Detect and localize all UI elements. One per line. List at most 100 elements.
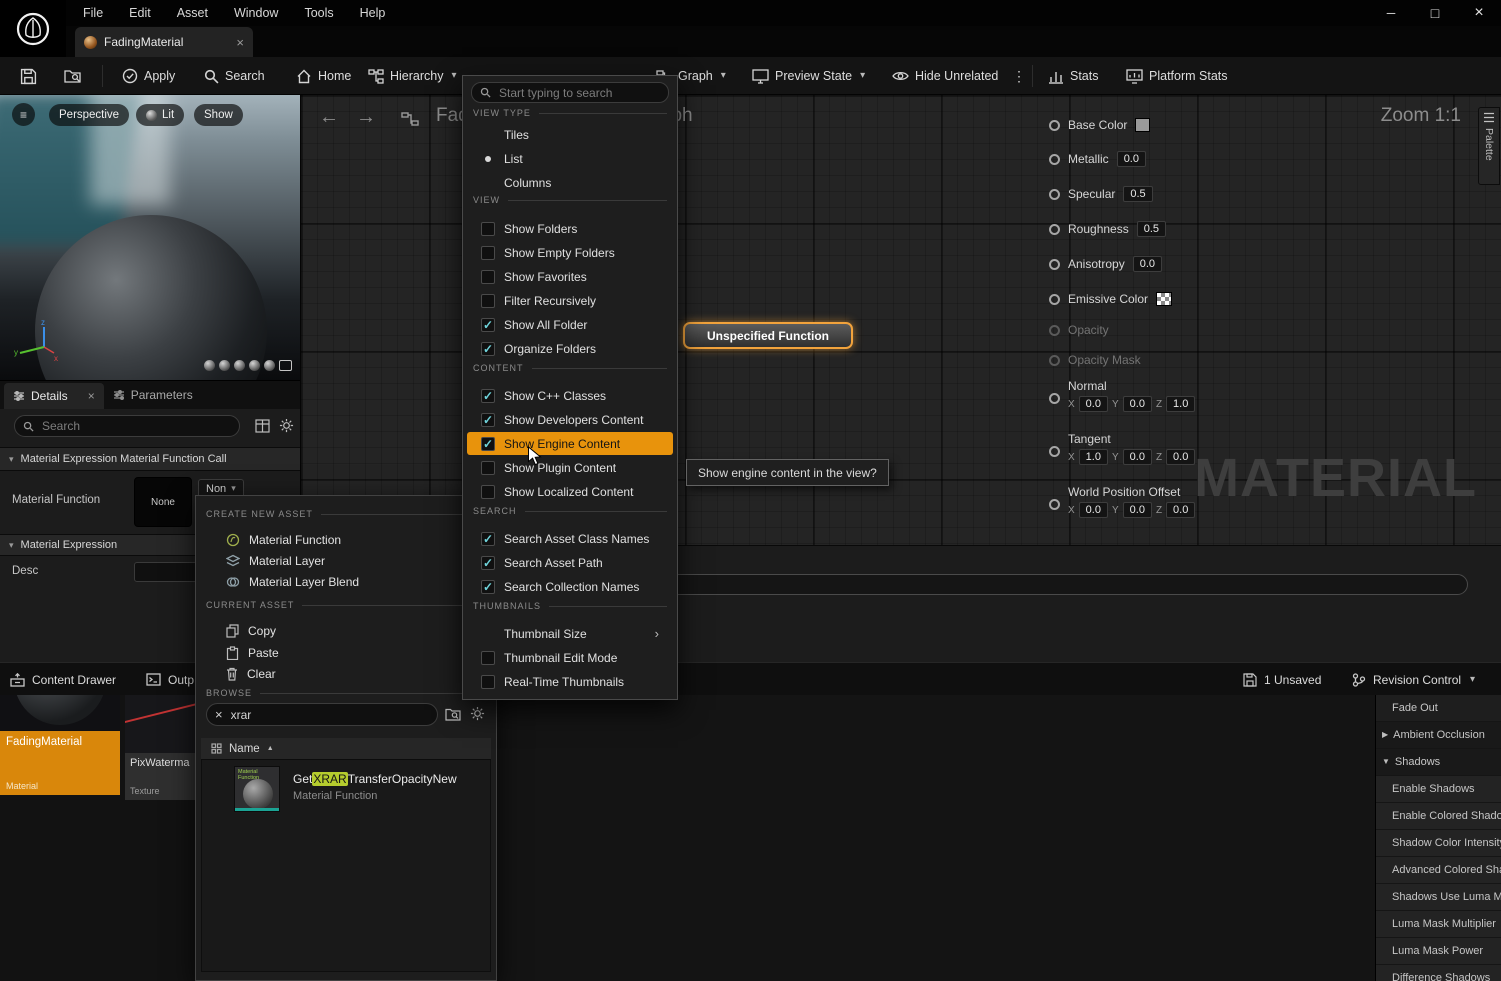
minimize-icon[interactable]: ─ (1369, 0, 1413, 26)
menu-item-show-folders[interactable]: Show Folders (467, 217, 673, 240)
output-pin-icon[interactable] (1049, 120, 1060, 131)
material-function-thumbnail[interactable]: None (134, 477, 192, 527)
menu-item-copy[interactable]: Copy (200, 620, 492, 641)
checkbox-checked-icon[interactable] (481, 413, 495, 427)
base-color-swatch[interactable] (1135, 118, 1150, 132)
normal-z-value[interactable]: 1.0 (1166, 396, 1195, 412)
chevron-right-icon[interactable]: ▶ (1382, 731, 1388, 739)
preview-sphere-icon[interactable] (234, 360, 245, 371)
preview-mesh-icon[interactable] (279, 360, 292, 371)
property-row-luma-mask-multiplier[interactable]: Luma Mask Multiplier (1376, 911, 1501, 938)
name-column-header[interactable]: Name ▲ (201, 738, 491, 760)
preview-sphere-icon[interactable] (219, 360, 230, 371)
sort-ascending-icon[interactable]: ▲ (267, 745, 274, 752)
menu-item-organize-folders[interactable]: Organize Folders (467, 337, 673, 360)
search-button[interactable]: Search (200, 63, 269, 89)
output-pin-icon[interactable] (1049, 294, 1060, 305)
normal-y-value[interactable]: 0.0 (1123, 396, 1152, 412)
menu-item-tiles[interactable]: Tiles (467, 123, 673, 146)
asset-search-field[interactable]: × (206, 703, 438, 726)
output-pin-icon[interactable] (1049, 446, 1060, 457)
pin-emissive-color[interactable]: Emissive Color (1049, 287, 1172, 311)
apply-button[interactable]: Apply (118, 63, 179, 89)
menu-item-clear[interactable]: Clear (200, 663, 492, 684)
pin-roughness[interactable]: Roughness 0.5 (1049, 217, 1166, 241)
pin-tangent[interactable]: Tangent X 1.0 Y 0.0 Z 0.0 (1049, 432, 1195, 465)
wpo-y-value[interactable]: 0.0 (1123, 502, 1152, 518)
gear-icon[interactable] (470, 706, 485, 721)
menu-item-show-empty-folders[interactable]: Show Empty Folders (467, 241, 673, 264)
more-options-icon[interactable]: ⋮ (1008, 63, 1030, 89)
display-mode-icon[interactable] (255, 419, 270, 433)
save-button[interactable] (16, 63, 41, 89)
checkbox-icon[interactable] (481, 246, 495, 260)
output-pin-icon[interactable] (1049, 259, 1060, 270)
asset-card-fadingmaterial[interactable]: FadingMaterial Material (0, 695, 120, 795)
tangent-x-value[interactable]: 1.0 (1079, 449, 1108, 465)
hide-unrelated-button[interactable]: Hide Unrelated (888, 63, 1002, 89)
checkbox-checked-icon[interactable] (481, 437, 495, 451)
home-button[interactable]: Home (292, 63, 355, 89)
property-row-difference-shadows[interactable]: Difference Shadows (1376, 965, 1501, 981)
show-button[interactable]: Show (194, 104, 243, 126)
palette-side-tab[interactable]: Palette (1478, 107, 1500, 185)
checkbox-checked-icon[interactable] (481, 342, 495, 356)
wpo-x-value[interactable]: 0.0 (1079, 502, 1108, 518)
close-icon[interactable]: × (236, 36, 244, 49)
menu-search-field[interactable] (471, 82, 669, 103)
menu-item-show-localized-content[interactable]: Show Localized Content (467, 480, 673, 503)
menu-item-real-time-thumbnails[interactable]: Real-Time Thumbnails (467, 670, 673, 693)
menu-file[interactable]: File (70, 0, 116, 26)
menu-item-search-asset-class-names[interactable]: Search Asset Class Names (467, 527, 673, 550)
menu-item-list[interactable]: List (467, 147, 673, 170)
stats-button[interactable]: Stats (1044, 63, 1103, 89)
roughness-value[interactable]: 0.5 (1137, 221, 1166, 237)
output-pin-icon[interactable] (1049, 154, 1060, 165)
property-row-shadows-use-luma-mask[interactable]: Shadows Use Luma M (1376, 884, 1501, 911)
property-row-luma-mask-power[interactable]: Luma Mask Power (1376, 938, 1501, 965)
output-pin-icon[interactable] (1049, 393, 1060, 404)
specular-value[interactable]: 0.5 (1123, 186, 1152, 202)
checkbox-icon[interactable] (481, 485, 495, 499)
checkbox-icon[interactable] (481, 675, 495, 689)
output-pin-icon[interactable] (1049, 224, 1060, 235)
menu-tools[interactable]: Tools (291, 0, 346, 26)
tab-details[interactable]: Details × (4, 383, 104, 409)
checkbox-checked-icon[interactable] (481, 389, 495, 403)
checkbox-icon[interactable] (481, 461, 495, 475)
menu-edit[interactable]: Edit (116, 0, 164, 26)
checkbox-icon[interactable] (481, 222, 495, 236)
revision-control-button[interactable]: Revision Control ▾ (1352, 668, 1475, 691)
menu-item-columns[interactable]: Columns (467, 171, 673, 194)
viewport-menu-button[interactable]: ≡ (12, 103, 35, 126)
asset-search-input[interactable] (229, 707, 429, 723)
preview-viewport[interactable]: ≡ Perspective Lit Show z y x (0, 95, 300, 380)
anisotropy-value[interactable]: 0.0 (1133, 256, 1162, 272)
menu-item-search-collection-names[interactable]: Search Collection Names (467, 575, 673, 598)
checkbox-checked-icon[interactable] (481, 580, 495, 594)
category-shadows[interactable]: ▼ Shadows (1376, 749, 1501, 776)
category-ambient-occlusion[interactable]: ▶ Ambient Occlusion (1376, 722, 1501, 749)
menu-item-paste[interactable]: Paste (200, 642, 492, 663)
menu-item-search-asset-path[interactable]: Search Asset Path (467, 551, 673, 574)
property-row-fade-out[interactable]: Fade Out (1376, 695, 1501, 722)
pin-base-color[interactable]: Base Color (1049, 113, 1150, 137)
menu-item-material-function[interactable]: Material Function (200, 529, 492, 550)
lit-mode-button[interactable]: Lit (136, 104, 184, 126)
menu-item-thumbnail-size[interactable]: Thumbnail Size › (467, 622, 673, 645)
details-search-field[interactable] (14, 415, 240, 437)
pin-anisotropy[interactable]: Anisotropy 0.0 (1049, 252, 1162, 276)
menu-help[interactable]: Help (347, 0, 399, 26)
emissive-color-swatch[interactable] (1156, 292, 1172, 306)
menu-item-filter-recursively[interactable]: Filter Recursively (467, 289, 673, 312)
section-material-function-call[interactable]: ▾ Material Expression Material Function … (0, 447, 300, 471)
pin-world-position-offset[interactable]: World Position Offset X 0.0 Y 0.0 Z 0.0 (1049, 485, 1195, 518)
property-row-shadow-color-intensity[interactable]: Shadow Color Intensity (1376, 830, 1501, 857)
preview-state-button[interactable]: Preview State ▾ (748, 63, 869, 89)
chevron-down-icon[interactable]: ▼ (1382, 758, 1390, 766)
perspective-button[interactable]: Perspective (49, 104, 129, 126)
property-row-enable-colored-shadows[interactable]: Enable Colored Shadow (1376, 803, 1501, 830)
browse-to-asset-button[interactable] (60, 63, 86, 89)
tangent-y-value[interactable]: 0.0 (1123, 449, 1152, 465)
menu-item-material-layer[interactable]: Material Layer (200, 550, 492, 571)
